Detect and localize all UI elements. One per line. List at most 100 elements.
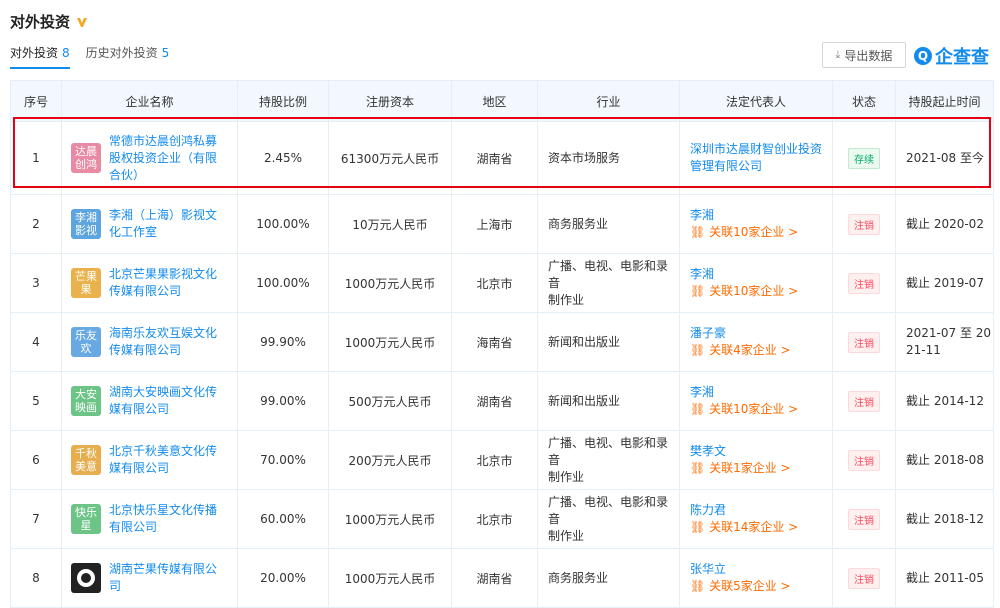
status-badge: 注销	[848, 213, 880, 235]
industry: 新闻和出版业	[537, 312, 680, 372]
legal-representative-line: 管理有限公司	[690, 159, 763, 173]
status-cell: 注销	[832, 312, 896, 372]
holding-period: 截止 2018-12	[895, 489, 994, 549]
relation-icon: ⛓	[690, 225, 706, 239]
related-companies-link[interactable]: ⛓ 关联10家企业 >	[690, 401, 831, 418]
related-companies-link[interactable]: ⛓ 关联5家企业 >	[690, 578, 831, 595]
related-companies-text: 关联1家企业 >	[709, 461, 791, 475]
company-name-link[interactable]: 海南乐友欢互娱文化 传媒有限公司	[109, 325, 217, 359]
relation-icon: ⛓	[690, 284, 706, 298]
tab-count: 5	[161, 46, 170, 60]
company-avatar: 乐友欢	[71, 327, 101, 357]
relation-icon: ⛓	[690, 461, 706, 475]
company-name-link[interactable]: 湖南大安映画文化传 媒有限公司	[109, 384, 217, 418]
company-cell: 千秋美意 北京千秋美意文化传 媒有限公司	[61, 430, 238, 490]
table-row: 2 李湘影视 李湘（上海）影视文 化工作室 100.00% 10万元人民币 上海…	[10, 194, 994, 254]
legal-representative-link[interactable]: 张华立	[690, 561, 831, 578]
share-ratio: 2.45%	[237, 121, 329, 195]
legal-representative-cell: 张华立 ⛓ 关联5家企业 >	[679, 548, 833, 608]
region: 湖南省	[451, 371, 538, 431]
legal-representative-line: 潘子豪	[690, 326, 727, 340]
company-avatar	[71, 563, 101, 593]
tab-bar: 对外投资 8 历史对外投资 5	[10, 44, 185, 69]
company-name-link[interactable]: 北京快乐星文化传播 有限公司	[109, 502, 217, 536]
legal-representative-link[interactable]: 李湘	[690, 207, 831, 224]
holding-period: 截止 2011-05	[895, 548, 994, 608]
company-avatar-text: 大安映画	[75, 388, 97, 414]
company-name-line: 北京芒果果影视文化	[109, 267, 218, 281]
company-avatar-text: 芒果果	[75, 270, 97, 296]
tab-investments[interactable]: 对外投资 8	[10, 44, 70, 69]
share-ratio: 100.00%	[237, 253, 329, 313]
legal-representative-link[interactable]: 陈力君	[690, 502, 831, 519]
status-cell: 注销	[832, 371, 896, 431]
status-badge: 注销	[848, 508, 880, 530]
tab-history-investments[interactable]: 历史对外投资 5	[86, 44, 170, 69]
company-name-link[interactable]: 常德市达晨创鸿私募 股权投资企业（有限 合伙）	[109, 133, 217, 184]
industry-line: 制作业	[548, 469, 585, 484]
company-name-link[interactable]: 北京千秋美意文化传 媒有限公司	[109, 443, 217, 477]
company-name-line: 司	[109, 579, 122, 593]
company-name-line: 有限公司	[109, 520, 158, 534]
company-avatar-text: 千秋美意	[75, 447, 97, 473]
industry: 广播、电视、电影和录音 制作业	[537, 253, 680, 313]
industry-line: 广播、电视、电影和录音	[548, 494, 669, 526]
row-number: 4	[10, 312, 62, 372]
company-name-line: 湖南大安映画文化传	[109, 385, 218, 399]
related-companies-link[interactable]: ⛓ 关联1家企业 >	[690, 460, 831, 477]
section-title-text: 对外投资	[10, 13, 71, 31]
holding-period-line: 截止 2018-08	[906, 452, 984, 467]
table-row: 1 达晨创鸿 常德市达晨创鸿私募 股权投资企业（有限 合伙） 2.45% 613…	[10, 121, 994, 195]
legal-representative-cell: 李湘 ⛓ 关联10家企业 >	[679, 371, 833, 431]
investment-table: 序号 企业名称 持股比例 注册资本 地区 行业 法定代表人 状态 持股起止时间 …	[10, 80, 994, 608]
legal-representative-link[interactable]: 深圳市达晨财智创业投资 管理有限公司	[690, 141, 831, 175]
legal-representative-cell: 李湘 ⛓ 关联10家企业 >	[679, 253, 833, 313]
table-row: 4 乐友欢 海南乐友欢互娱文化 传媒有限公司 99.90% 1000万元人民币 …	[10, 312, 994, 372]
status-badge: 注销	[848, 567, 880, 589]
holding-period: 截止 2019-07	[895, 253, 994, 313]
legal-representative-line: 张华立	[690, 562, 727, 576]
row-number: 3	[10, 253, 62, 313]
legal-representative-link[interactable]: 潘子豪	[690, 325, 831, 342]
col-header: 状态	[832, 80, 896, 122]
industry-line: 广播、电视、电影和录音	[548, 435, 669, 467]
company-name-link[interactable]: 湖南芒果传媒有限公 司	[109, 561, 217, 595]
legal-representative-link[interactable]: 樊孝文	[690, 443, 831, 460]
company-name-line: 传媒有限公司	[109, 343, 182, 357]
company-name-line: 股权投资企业（有限	[109, 150, 218, 165]
industry-line: 资本市场服务	[548, 150, 621, 165]
company-avatar: 李湘影视	[71, 209, 101, 239]
col-header: 持股比例	[237, 80, 329, 122]
share-ratio: 20.00%	[237, 548, 329, 608]
tab-label: 对外投资	[10, 46, 59, 60]
legal-representative-link[interactable]: 李湘	[690, 266, 831, 283]
status-cell: 存续	[832, 121, 896, 195]
table-row: 5 大安映画 湖南大安映画文化传 媒有限公司 99.00% 500万元人民币 湖…	[10, 371, 994, 431]
export-button[interactable]: ⤓ 导出数据	[822, 42, 906, 68]
company-name-line: 传媒有限公司	[109, 284, 182, 298]
region: 湖南省	[451, 121, 538, 195]
company-cell: 湖南芒果传媒有限公 司	[61, 548, 238, 608]
col-header: 持股起止时间	[895, 80, 994, 122]
brand-logo: Q 企查查	[914, 42, 989, 70]
company-name-link[interactable]: 李湘（上海）影视文 化工作室	[109, 207, 217, 241]
table-row: 8 湖南芒果传媒有限公 司 20.00% 1000万元人民币 湖南省 商务服务业…	[10, 548, 994, 608]
registered-capital: 61300万元人民币	[328, 121, 452, 195]
legal-representative-cell: 陈力君 ⛓ 关联14家企业 >	[679, 489, 833, 549]
related-companies-link[interactable]: ⛓ 关联10家企业 >	[690, 224, 831, 241]
related-companies-link[interactable]: ⛓ 关联14家企业 >	[690, 519, 831, 536]
holding-period: 截止 2018-08	[895, 430, 994, 490]
legal-representative-link[interactable]: 李湘	[690, 384, 831, 401]
company-name-link[interactable]: 北京芒果果影视文化 传媒有限公司	[109, 266, 217, 300]
holding-period-line: 截止 2011-05	[906, 570, 984, 585]
industry: 商务服务业	[537, 548, 680, 608]
status-cell: 注销	[832, 430, 896, 490]
company-name-line: 湖南芒果传媒有限公	[109, 562, 218, 576]
related-companies-link[interactable]: ⛓ 关联10家企业 >	[690, 283, 831, 300]
related-companies-text: 关联10家企业 >	[709, 284, 799, 298]
company-cell: 快乐星 北京快乐星文化传播 有限公司	[61, 489, 238, 549]
region: 海南省	[451, 312, 538, 372]
legal-representative-cell: 潘子豪 ⛓ 关联4家企业 >	[679, 312, 833, 372]
relation-icon: ⛓	[690, 343, 706, 357]
related-companies-link[interactable]: ⛓ 关联4家企业 >	[690, 342, 831, 359]
